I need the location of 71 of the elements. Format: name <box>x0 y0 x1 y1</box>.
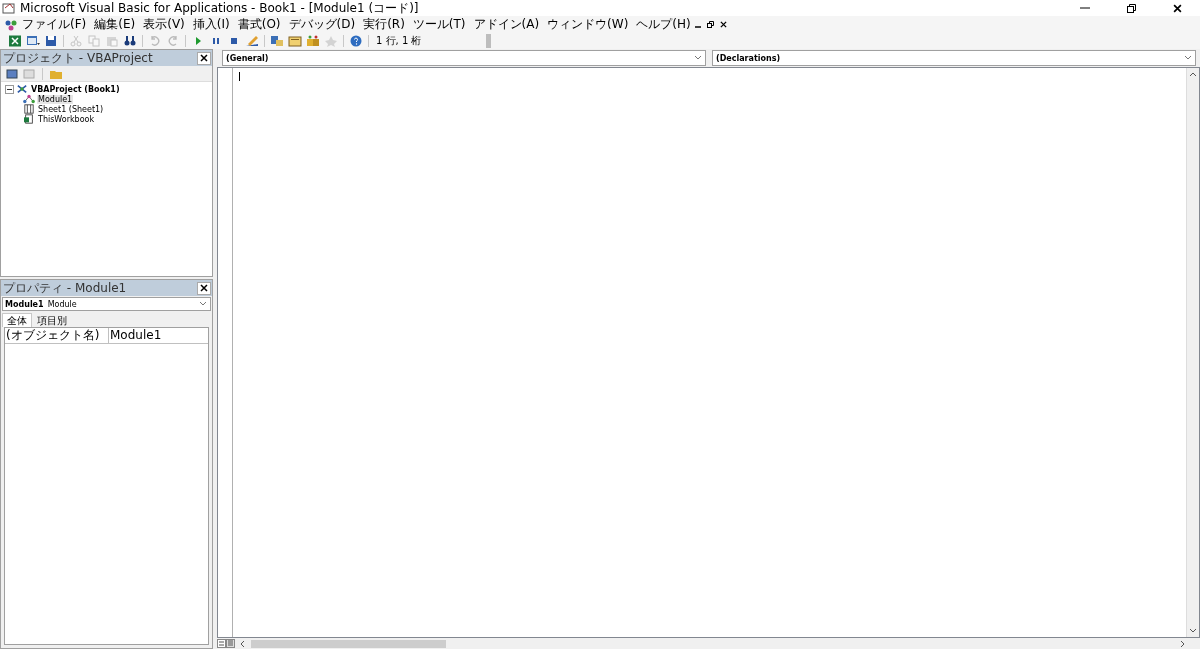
paste-icon <box>105 35 119 47</box>
close-icon <box>200 54 208 62</box>
toolbar-button[interactable] <box>7 34 23 48</box>
menu-item[interactable]: ファイル(F) <box>18 16 91 33</box>
property-value[interactable]: Module1 <box>109 328 208 343</box>
menu-item[interactable]: 書式(O) <box>233 16 285 33</box>
text-cursor <box>239 72 240 81</box>
undo-icon <box>148 35 162 47</box>
menu-item[interactable]: ヘルプ(H) <box>632 16 695 33</box>
menu-item[interactable]: ウィンドウ(W) <box>543 16 633 33</box>
toolbar-grip[interactable] <box>486 34 491 48</box>
scroll-right-icon[interactable] <box>1178 639 1186 648</box>
scroll-down-icon[interactable] <box>1189 627 1197 635</box>
close-button[interactable] <box>197 281 211 295</box>
binoculars-icon <box>123 35 137 47</box>
tab[interactable]: 全体 <box>2 313 32 327</box>
module-icon <box>23 94 35 104</box>
object-dropdown[interactable]: Module1 Module <box>2 297 211 311</box>
restore-icon <box>1126 3 1136 13</box>
object-browser-icon <box>306 35 320 47</box>
menu-item[interactable]: 編集(E) <box>90 16 140 33</box>
menu-item[interactable]: アドイン(A) <box>469 16 544 33</box>
object-dropdown[interactable]: (General) <box>222 50 706 66</box>
menu-item[interactable]: ツール(T) <box>408 16 470 33</box>
cursor-position: 1 行, 1 桁 <box>376 34 423 48</box>
form-icon <box>26 35 40 47</box>
property-name: (オブジェクト名) <box>5 328 109 343</box>
tree-item[interactable]: Sheet1 (Sheet1) <box>37 104 105 114</box>
copy-icon <box>87 35 101 47</box>
panel-title: プロパティ - Module1 <box>3 279 128 297</box>
minimize-icon <box>1080 7 1090 9</box>
properties-icon <box>288 35 302 47</box>
full-module-view-icon[interactable] <box>226 639 235 648</box>
toolbar-button[interactable] <box>287 34 303 48</box>
scrollbar-thumb[interactable] <box>251 639 446 648</box>
vertical-scrollbar[interactable] <box>1186 68 1199 637</box>
workbook-icon <box>23 114 35 124</box>
procedure-view-icon[interactable] <box>217 639 226 648</box>
tree-item[interactable]: ThisWorkbook <box>37 114 96 124</box>
view-code-icon <box>5 67 19 80</box>
tree-item[interactable]: Module1 <box>37 94 74 104</box>
toolbar-button[interactable] <box>348 34 364 48</box>
scroll-up-icon[interactable] <box>1189 70 1197 78</box>
toolbar-button[interactable] <box>269 34 285 48</box>
menu-item[interactable]: 実行(R) <box>359 16 409 33</box>
redo-icon <box>166 35 180 47</box>
tree-item[interactable]: VBAProject (Book1) <box>30 84 121 94</box>
close-button[interactable] <box>197 51 211 65</box>
toolbar-button[interactable] <box>25 34 41 48</box>
menu-item[interactable]: デバッグ(D) <box>284 16 360 33</box>
scissors-icon <box>69 35 83 47</box>
procedure-dropdown[interactable]: (Declarations) <box>712 50 1196 66</box>
panel-title: プロジェクト - VBAProject <box>3 49 154 67</box>
toolbar-button[interactable] <box>122 34 138 48</box>
project-explorer-icon <box>270 35 284 47</box>
object-name: Module1 <box>5 299 44 309</box>
close-icon <box>1172 3 1182 13</box>
window-title: Microsoft Visual Basic for Applications - Book1 - [Module1 (コード)] <box>20 0 420 17</box>
sheet-icon <box>23 104 35 114</box>
toolbox-icon <box>324 35 338 47</box>
collapse-icon[interactable] <box>5 84 14 94</box>
menu-item[interactable]: 表示(V) <box>139 16 189 33</box>
scroll-left-icon[interactable] <box>239 639 247 648</box>
project-icon <box>16 84 28 94</box>
menu-item[interactable]: 挿入(I) <box>188 16 234 33</box>
toolbar-button[interactable] <box>43 34 59 48</box>
close-icon <box>200 284 208 292</box>
object-type: Module <box>47 299 77 309</box>
close-icon <box>719 21 727 28</box>
restore-icon[interactable] <box>706 21 714 28</box>
app-menu-icon <box>4 18 18 31</box>
